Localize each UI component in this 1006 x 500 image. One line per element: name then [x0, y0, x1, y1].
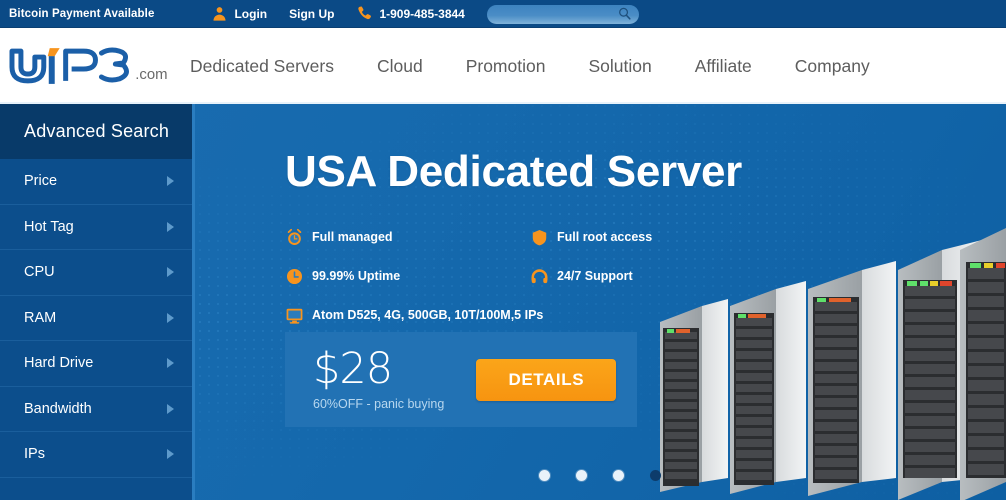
- price-amount: $28: [313, 344, 393, 394]
- feature-full-root-access: Full root access: [530, 228, 652, 247]
- sidebar-item-label: CPU: [24, 264, 55, 280]
- svg-text:.com: .com: [135, 66, 167, 82]
- chevron-right-icon: [167, 358, 174, 369]
- shield-icon: [532, 229, 547, 246]
- nav-item-cloud[interactable]: Cloud: [377, 57, 423, 76]
- sidebar-item-price[interactable]: Price: [0, 159, 192, 205]
- signup-label: Sign Up: [289, 6, 335, 21]
- nav-item-affiliate[interactable]: Affiliate: [695, 57, 752, 76]
- sidebar-item-bandwidth[interactable]: Bandwidth: [0, 386, 192, 432]
- price-subtitle: 60%OFF - panic buying: [313, 397, 445, 411]
- sidebar-item-label: Price: [24, 173, 58, 189]
- sidebar-item-label: RAM: [24, 309, 57, 326]
- feature-specs: Atom D525, 4G, 500GB, 10T/100M,5 IPs: [285, 306, 543, 325]
- sidebar-item-label: IPs: [24, 446, 45, 462]
- clock-icon: [286, 268, 303, 285]
- feature-label: Full root access: [557, 230, 653, 245]
- sidebar-title: Advanced Search: [0, 104, 192, 159]
- sidebar-item-label: Hard Drive: [24, 355, 94, 371]
- hero-title: USA Dedicated Server: [285, 147, 743, 196]
- site-logo[interactable]: .com: [0, 45, 175, 89]
- topbar-actions: Login Sign Up 1-909-485-3844: [211, 4, 639, 24]
- feature-row: Atom D525, 4G, 500GB, 10T/100M,5 IPs: [285, 306, 705, 325]
- alarm-clock-icon: [287, 228, 302, 246]
- search-container: [486, 4, 639, 24]
- feature-label: 99.99% Uptime: [312, 269, 401, 284]
- carousel-dot-2[interactable]: [575, 470, 587, 481]
- feature-support: 24/7 Support: [530, 267, 633, 286]
- price-block: $28 60%OFF - panic buying: [285, 344, 445, 412]
- sidebar-item-hard-drive[interactable]: Hard Drive: [0, 341, 192, 387]
- nav-item-solution[interactable]: Solution: [588, 57, 651, 76]
- details-button[interactable]: DETAILS: [476, 358, 617, 401]
- feature-full-managed: Full managed: [285, 228, 530, 247]
- login-label: Login: [234, 6, 268, 21]
- carousel-dot-1[interactable]: [538, 470, 550, 481]
- sidebar-item-label: Hot Tag: [24, 218, 74, 235]
- sidebar-item-ips[interactable]: IPs: [0, 432, 192, 478]
- feature-label: 24/7 Support: [557, 269, 633, 284]
- advanced-search-sidebar: Advanced Search Price Hot Tag CPU RAM Ha…: [0, 104, 195, 500]
- feature-label: Atom D525, 4G, 500GB, 10T/100M,5 IPs: [312, 308, 544, 323]
- signup-link[interactable]: Sign Up: [289, 8, 334, 20]
- sidebar-item-label: Bandwidth: [24, 400, 92, 417]
- hero-content: USA Dedicated Server Full managed Full r…: [193, 104, 1006, 500]
- chevron-right-icon: [167, 221, 174, 232]
- nav-item-promotion[interactable]: Promotion: [466, 57, 546, 76]
- sidebar-item-ram[interactable]: RAM: [0, 295, 192, 341]
- chevron-right-icon: [167, 312, 174, 323]
- feature-row: 99.99% Uptime 24/7 Support: [285, 267, 705, 286]
- sidebar-item-partial[interactable]: [0, 477, 192, 500]
- nav-item-dedicated-servers[interactable]: Dedicated Servers: [190, 57, 334, 76]
- nav-item-company[interactable]: Company: [795, 57, 870, 76]
- monitor-icon: [286, 308, 303, 324]
- hero-feature-list: Full managed Full root access 99.99% Upt…: [285, 228, 705, 345]
- chevron-right-icon: [167, 449, 174, 460]
- main-navigation: Dedicated Servers Cloud Promotion Soluti…: [175, 29, 1006, 104]
- chevron-right-icon: [167, 403, 174, 414]
- feature-uptime: 99.99% Uptime: [285, 267, 530, 286]
- vip3-logo-icon: .com: [9, 46, 168, 84]
- user-icon: [213, 7, 226, 21]
- chevron-right-icon: [167, 176, 174, 187]
- carousel-dot-3[interactable]: [612, 470, 624, 481]
- phone-number[interactable]: 1-909-485-3844: [356, 5, 465, 22]
- login-link[interactable]: Login: [211, 5, 267, 22]
- carousel-dots: [193, 470, 1006, 481]
- phone-label: 1-909-485-3844: [379, 6, 465, 21]
- sidebar-item-cpu[interactable]: CPU: [0, 250, 192, 296]
- top-utility-bar: Bitcoin Payment Available Login Sign Up …: [0, 0, 1006, 28]
- bitcoin-promo-text: Bitcoin Payment Available: [9, 7, 155, 20]
- feature-row: Full managed Full root access: [285, 228, 705, 247]
- feature-label: Full managed: [312, 230, 393, 245]
- carousel-dot-4[interactable]: [649, 470, 661, 481]
- phone-icon: [358, 6, 372, 20]
- chevron-right-icon: [167, 267, 174, 278]
- sidebar-item-hot-tag[interactable]: Hot Tag: [0, 204, 192, 250]
- search-input[interactable]: [486, 4, 639, 24]
- page-root: Bitcoin Payment Available Login Sign Up …: [0, 0, 1006, 500]
- headset-icon: [531, 269, 548, 284]
- site-header: .com Dedicated Servers Cloud Promotion S…: [0, 29, 1006, 104]
- price-panel: $28 60%OFF - panic buying DETAILS: [285, 332, 637, 427]
